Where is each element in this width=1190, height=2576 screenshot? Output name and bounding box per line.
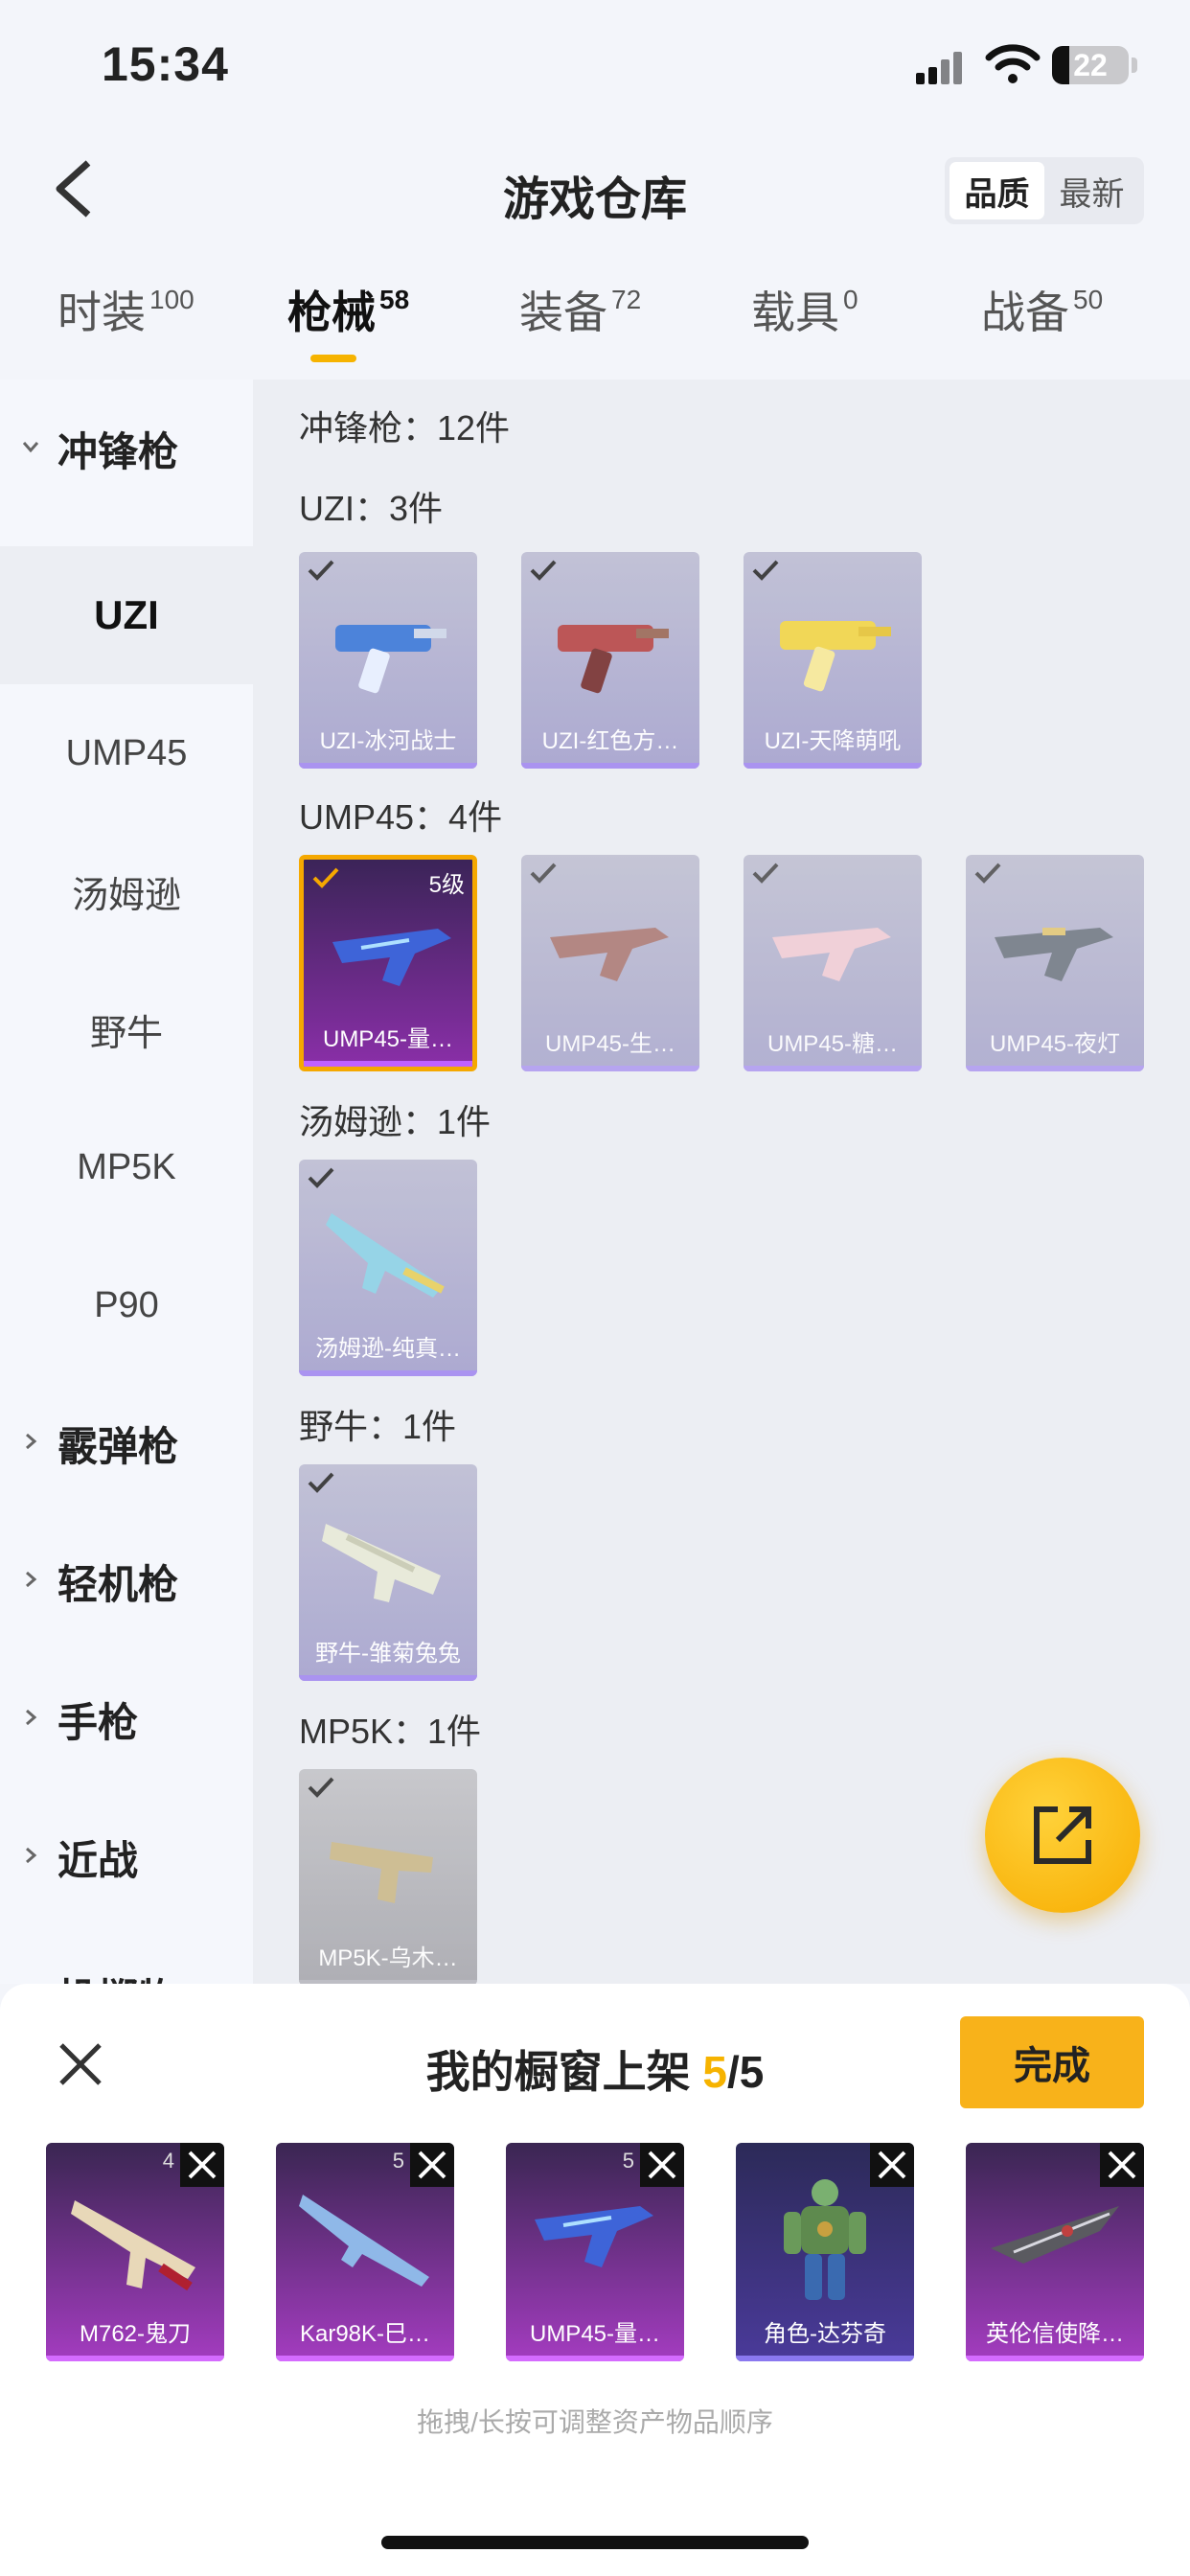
sidebar-group-lmg[interactable]: 轻机枪 bbox=[0, 1512, 253, 1650]
weapon-card[interactable]: UMP45-生… bbox=[521, 855, 699, 1071]
chevron-right-icon bbox=[26, 1571, 37, 1588]
section-title-bizon: 野牛：1件 bbox=[299, 1407, 457, 1446]
battery-level: 22 bbox=[1073, 48, 1108, 82]
smg-skin-image bbox=[326, 1213, 445, 1298]
sidebar-item-uzi[interactable]: UZI bbox=[0, 546, 253, 684]
remove-item-button[interactable] bbox=[180, 2143, 224, 2187]
status-bar: 15:34 22 bbox=[0, 0, 1190, 134]
weapon-card[interactable]: UZI-红色方… bbox=[521, 552, 699, 769]
home-indicator[interactable] bbox=[381, 2536, 809, 2549]
sort-option-quality[interactable]: 品质 bbox=[950, 162, 1044, 219]
sidebar-item-ump45[interactable]: UMP45 bbox=[0, 684, 253, 822]
tab-combat-supplies[interactable]: 战备 50 bbox=[981, 278, 1103, 341]
smg-skin-image bbox=[772, 928, 891, 981]
sidebar-group-shotgun[interactable]: 霰弹枪 bbox=[0, 1374, 253, 1512]
weapon-type-sidebar: 冲锋枪 UZI UMP45 汤姆逊 野牛 MP5K P90 霰弹枪 轻机枪 手枪… bbox=[0, 380, 253, 1984]
cellular-signal-icon bbox=[916, 52, 966, 84]
status-time: 15:34 bbox=[102, 37, 229, 91]
check-icon bbox=[530, 560, 557, 581]
chevron-right-icon bbox=[26, 1433, 37, 1450]
weapon-card[interactable]: 野牛-雏菊兔兔 bbox=[299, 1464, 477, 1681]
done-button[interactable]: 完成 bbox=[960, 2016, 1144, 2108]
active-tab-indicator bbox=[310, 355, 356, 362]
shelf-count: 5 bbox=[702, 2047, 727, 2097]
sidebar-item-mp5k[interactable]: MP5K bbox=[0, 1098, 253, 1236]
smg-skin-image bbox=[330, 1842, 433, 1903]
category-tabs: 时装 100 枪械 58 装备 72 载具 0 战备 50 bbox=[0, 278, 1190, 374]
smg-skin-image bbox=[322, 1524, 441, 1602]
check-icon bbox=[530, 862, 557, 884]
weapon-card[interactable]: MP5K-乌木… bbox=[299, 1769, 477, 1984]
smg-skin-image bbox=[780, 621, 891, 692]
weapon-card-selected[interactable]: 5级 UMP45-量… bbox=[299, 855, 477, 1071]
sniper-skin-image bbox=[299, 2195, 429, 2287]
close-icon bbox=[418, 2150, 446, 2179]
external-link-icon bbox=[1034, 1806, 1091, 1864]
smg-skin-image bbox=[335, 625, 446, 694]
shelf-item[interactable]: 4 M762-鬼刀 bbox=[46, 2143, 224, 2361]
remove-item-button[interactable] bbox=[870, 2143, 914, 2187]
section-title-uzi: UZI：3件 bbox=[299, 489, 444, 528]
smg-skin-image bbox=[558, 625, 669, 694]
tab-vehicles[interactable]: 载具 0 bbox=[751, 278, 858, 341]
wifi-icon bbox=[985, 44, 1041, 83]
check-icon bbox=[312, 867, 339, 888]
glider-skin-image bbox=[991, 2206, 1119, 2264]
battery-icon: 22 bbox=[1052, 46, 1129, 84]
reorder-hint: 拖拽/长按可调整资产物品顺序 bbox=[417, 2407, 773, 2437]
check-icon bbox=[308, 1472, 334, 1493]
close-icon bbox=[188, 2150, 217, 2179]
remove-item-button[interactable] bbox=[410, 2143, 454, 2187]
weapon-card[interactable]: UMP45-糖… bbox=[744, 855, 922, 1071]
shelf-item[interactable]: 5 Kar98K-巳… bbox=[276, 2143, 454, 2361]
shelf-item[interactable]: 5 UMP45-量… bbox=[506, 2143, 684, 2361]
sidebar-group-throwables[interactable]: 投掷物 bbox=[0, 1926, 253, 1985]
check-icon bbox=[752, 560, 779, 581]
check-icon bbox=[752, 862, 779, 884]
sidebar-item-bizon[interactable]: 野牛 bbox=[0, 960, 253, 1098]
check-icon bbox=[974, 862, 1001, 884]
smg-skin-image bbox=[550, 928, 669, 981]
remove-item-button[interactable] bbox=[640, 2143, 684, 2187]
close-icon bbox=[878, 2150, 906, 2179]
check-icon bbox=[308, 560, 334, 581]
shelf-item[interactable]: 英伦信使降… bbox=[966, 2143, 1144, 2361]
smg-skin-image bbox=[995, 928, 1113, 981]
sidebar-group-pistol[interactable]: 手枪 bbox=[0, 1650, 253, 1788]
sidebar-group-smg[interactable]: 冲锋枪 bbox=[0, 380, 253, 518]
section-title-thompson: 汤姆逊：1件 bbox=[299, 1102, 492, 1141]
weapon-card[interactable]: 汤姆逊-纯真… bbox=[299, 1160, 477, 1376]
sidebar-item-p90[interactable]: P90 bbox=[0, 1236, 253, 1374]
check-icon bbox=[308, 1167, 334, 1188]
weapon-card[interactable]: UMP45-夜灯 bbox=[966, 855, 1144, 1071]
share-button[interactable] bbox=[985, 1758, 1140, 1913]
check-icon bbox=[308, 1777, 334, 1798]
chevron-right-icon bbox=[26, 1709, 37, 1726]
weapon-list: 冲锋枪：12件 UZI：3件 UZI-冰河战士 UZI-红色方… UZI-天降萌… bbox=[253, 380, 1190, 1984]
chevron-right-icon bbox=[26, 1847, 37, 1864]
sidebar-item-thompson[interactable]: 汤姆逊 bbox=[0, 822, 253, 960]
character-skin-image bbox=[784, 2179, 866, 2300]
sidebar-group-melee[interactable]: 近战 bbox=[0, 1788, 253, 1926]
weapon-card[interactable]: UZI-天降萌吼 bbox=[744, 552, 922, 769]
section-title-ump45: UMP45：4件 bbox=[299, 797, 503, 837]
showcase-sheet: 我的橱窗上架 5/5 完成 4 M762-鬼刀 5 Kar98K-巳… 5 UM… bbox=[0, 1984, 1190, 2576]
chevron-down-icon bbox=[22, 442, 39, 453]
sort-option-newest[interactable]: 最新 bbox=[1044, 162, 1139, 219]
close-icon bbox=[1108, 2150, 1136, 2179]
sort-toggle[interactable]: 品质 最新 bbox=[945, 157, 1144, 224]
section-title-mp5k: MP5K：1件 bbox=[299, 1712, 482, 1751]
close-icon bbox=[648, 2150, 676, 2179]
smg-skin-image bbox=[332, 929, 451, 986]
tab-guns[interactable]: 枪械 58 bbox=[287, 278, 409, 341]
summary-title: 冲锋枪：12件 bbox=[299, 408, 511, 448]
shelf-item[interactable]: 角色-达芬奇 bbox=[736, 2143, 914, 2361]
tab-fashion[interactable]: 时装 100 bbox=[57, 278, 195, 341]
weapon-card[interactable]: UZI-冰河战士 bbox=[299, 552, 477, 769]
remove-item-button[interactable] bbox=[1100, 2143, 1144, 2187]
smg-skin-image bbox=[535, 2206, 653, 2267]
tab-equipment[interactable]: 装备 72 bbox=[519, 278, 641, 341]
rifle-skin-image bbox=[71, 2200, 195, 2291]
